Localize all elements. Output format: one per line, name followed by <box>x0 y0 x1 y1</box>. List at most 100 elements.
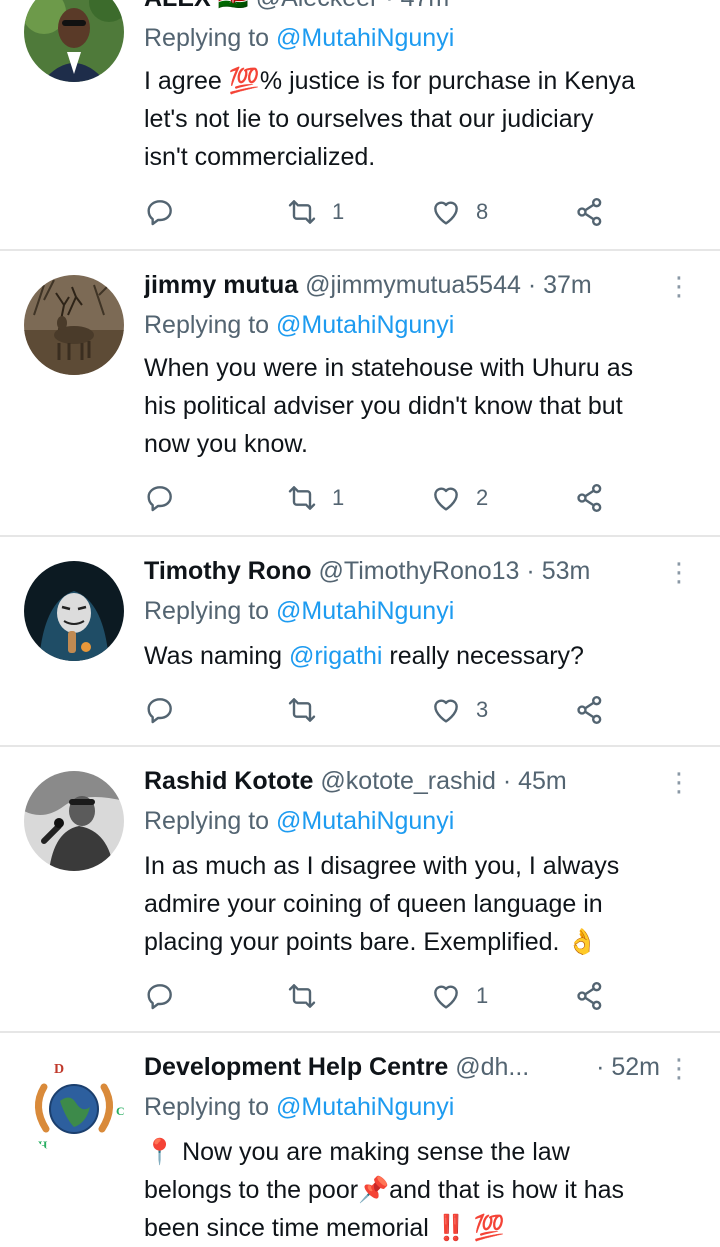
tweet-text-line: placing your points bare. Exemplified. 👌 <box>144 928 598 956</box>
more-icon[interactable]: ⋮ <box>666 557 692 587</box>
tweet[interactable]: jimmy mutua @jimmymutua5544 · 37m ⋮ Repl… <box>0 251 720 535</box>
tweet-text-line: 📍 Now you are making sense the law <box>144 1138 570 1166</box>
avatar[interactable] <box>24 275 124 375</box>
share-button[interactable] <box>574 480 606 516</box>
replying-to: Replying to @MutahiNgunyi <box>144 1093 454 1122</box>
separator-dot: · <box>519 557 542 585</box>
separator-dot: · <box>596 1053 612 1081</box>
like-button[interactable]: 2 <box>430 480 488 516</box>
retweet-icon <box>288 486 316 510</box>
share-icon <box>577 198 602 226</box>
replying-to: Replying to @MutahiNgunyi <box>144 597 454 626</box>
tweet-text-line: let's not lie to ourselves that our judi… <box>144 105 594 133</box>
display-name[interactable]: Development Help Centre <box>144 1053 448 1081</box>
share-icon <box>577 484 602 512</box>
tweet-text-line: been since time memorial ‼️ 💯 <box>144 1214 505 1242</box>
mention-link[interactable]: @MutahiNgunyi <box>276 597 454 625</box>
retweet-icon <box>288 200 316 224</box>
user-handle[interactable]: @dh... <box>455 1053 529 1081</box>
retweet-button[interactable]: 1 <box>286 480 344 516</box>
share-button[interactable] <box>574 194 606 230</box>
tweet-header: Rashid Kotote @kotote_rashid · 45m <box>144 767 700 801</box>
timestamp[interactable]: 37m <box>543 271 592 299</box>
display-name[interactable]: Rashid Kotote <box>144 767 313 795</box>
display-name[interactable]: jimmy mutua <box>144 271 298 299</box>
reply-icon <box>147 200 172 226</box>
display-name[interactable]: Timothy Rono <box>144 557 312 585</box>
like-button[interactable]: 8 <box>430 194 488 230</box>
timestamp[interactable]: 47m <box>401 0 450 12</box>
user-handle[interactable]: @jimmymutua5544 <box>305 271 521 299</box>
share-button[interactable] <box>574 978 606 1014</box>
timestamp-group: · 52m <box>596 1053 660 1082</box>
more-icon[interactable]: ⋮ <box>666 767 692 797</box>
reply-button[interactable] <box>144 692 176 728</box>
tweet-actions: 1 2 <box>144 480 624 516</box>
tweet-actions: 1 8 <box>144 194 624 230</box>
avatar-image <box>24 275 124 375</box>
tweet-header: Timothy Rono @TimothyRono13 · 53m <box>144 557 700 591</box>
tweet-text-line: admire your coining of queen language in <box>144 890 603 918</box>
mention-link[interactable]: @MutahiNgunyi <box>276 24 454 52</box>
tweet-actions: 1 <box>144 978 624 1014</box>
mention-link[interactable]: @MutahiNgunyi <box>276 1093 454 1121</box>
tweet-text-line: his political adviser you didn't know th… <box>144 392 623 420</box>
separator-dot: · <box>520 271 544 299</box>
avatar-image: D C H <box>24 1057 124 1157</box>
avatar[interactable]: D C H <box>24 1057 124 1157</box>
mention-link[interactable]: @MutahiNgunyi <box>276 807 454 835</box>
share-button[interactable] <box>574 692 606 728</box>
retweet-icon <box>288 984 316 1008</box>
tweet[interactable]: Timothy Rono @TimothyRono13 · 53m ⋮ Repl… <box>0 537 720 745</box>
retweet-button[interactable] <box>286 978 318 1014</box>
tweet[interactable]: Rashid Kotote @kotote_rashid · 45m ⋮ Rep… <box>0 747 720 1031</box>
display-name[interactable]: ALEX 🇰🇪 <box>144 0 249 12</box>
separator-dot: · <box>378 0 400 12</box>
user-handle[interactable]: @kotote_rashid <box>320 767 495 795</box>
timestamp[interactable]: 52m <box>611 1053 660 1081</box>
retweet-icon <box>288 698 316 722</box>
tweet-text-line: In as much as I disagree with you, I alw… <box>144 852 620 880</box>
user-handle[interactable]: @Aleckeer <box>256 0 379 12</box>
share-icon <box>577 696 602 724</box>
retweet-button[interactable]: 1 <box>286 194 344 230</box>
tweet-text-segment: really necessary? <box>382 642 584 670</box>
retweet-button[interactable] <box>286 692 318 728</box>
mention-link[interactable]: @rigathi <box>289 642 382 670</box>
svg-text:D: D <box>54 1062 64 1077</box>
reply-icon <box>147 984 172 1010</box>
heart-icon <box>434 487 458 511</box>
like-count: 3 <box>476 697 489 722</box>
more-icon[interactable]: ⋮ <box>666 271 692 301</box>
tweet[interactable]: ALEX 🇰🇪 @Aleckeer · 47m Replying to @Mut… <box>0 0 720 250</box>
avatar[interactable] <box>24 561 124 661</box>
user-handle[interactable]: @TimothyRono13 <box>319 557 520 585</box>
replying-to: Replying to @MutahiNgunyi <box>144 807 454 836</box>
avatar[interactable] <box>24 0 124 82</box>
timestamp[interactable]: 45m <box>518 767 567 795</box>
reply-button[interactable] <box>144 194 176 230</box>
share-icon <box>577 982 602 1010</box>
replying-to: Replying to @MutahiNgunyi <box>144 24 454 53</box>
reply-button[interactable] <box>144 480 176 516</box>
avatar[interactable] <box>24 771 124 871</box>
tweet-text: When you were in statehouse with Uhuru a… <box>144 349 704 463</box>
reply-button[interactable] <box>144 978 176 1014</box>
svg-text:H: H <box>38 1138 48 1152</box>
tweet-actions: 3 <box>144 692 624 728</box>
replying-to: Replying to @MutahiNgunyi <box>144 311 454 340</box>
timestamp[interactable]: 53m <box>542 557 591 585</box>
tweet[interactable]: D C H Development Help Centre @dh... · 5… <box>0 1033 720 1246</box>
reply-icon <box>147 698 172 724</box>
tweet-text-line: now you know. <box>144 430 308 458</box>
retweet-count: 1 <box>332 485 345 510</box>
tweet-header: ALEX 🇰🇪 @Aleckeer · 47m <box>144 0 700 18</box>
like-button[interactable]: 3 <box>430 692 488 728</box>
like-button[interactable]: 1 <box>430 978 488 1014</box>
mention-link[interactable]: @MutahiNgunyi <box>276 311 454 339</box>
tweet-text: 📍 Now you are making sense the law belon… <box>144 1133 704 1247</box>
more-icon[interactable]: ⋮ <box>666 1053 692 1083</box>
tweet-text-line: When you were in statehouse with Uhuru a… <box>144 354 634 382</box>
tweet-header: Development Help Centre @dh... <box>144 1053 630 1087</box>
tweet-header: jimmy mutua @jimmymutua5544 · 37m <box>144 271 700 305</box>
